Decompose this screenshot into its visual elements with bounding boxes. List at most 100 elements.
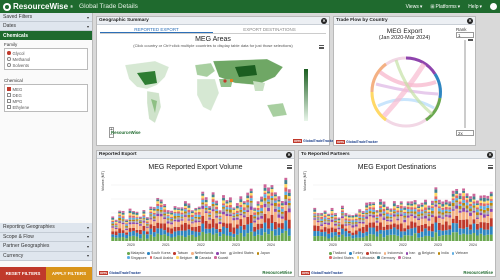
bar-segment bbox=[256, 204, 260, 206]
bar-segment bbox=[358, 228, 362, 232]
bar-segment bbox=[337, 234, 341, 238]
bar-segment bbox=[424, 207, 427, 211]
bar-segment bbox=[156, 216, 160, 223]
bar-segment bbox=[135, 232, 139, 237]
bar-segment bbox=[201, 202, 205, 205]
legend-item[interactable]: United States bbox=[229, 251, 254, 256]
reporting-geographies-header[interactable]: Reporting Geographies ▾ bbox=[0, 223, 92, 233]
bar-segment bbox=[173, 221, 177, 227]
help-menu[interactable]: Help ▾ bbox=[468, 4, 482, 10]
menu-icon[interactable] bbox=[287, 165, 292, 169]
close-icon[interactable]: ✕ bbox=[286, 151, 292, 158]
bar-segment bbox=[225, 205, 229, 208]
bar-segment bbox=[180, 235, 184, 241]
legend-item[interactable]: Belgium bbox=[418, 251, 435, 256]
stacked-bar-chart[interactable] bbox=[313, 175, 493, 241]
close-icon[interactable]: ✕ bbox=[321, 17, 327, 24]
stacked-bar-chart[interactable] bbox=[111, 175, 291, 241]
chevron-down-icon: ▾ bbox=[86, 23, 89, 29]
bar-segment bbox=[121, 212, 125, 215]
chord-diagram[interactable] bbox=[352, 48, 460, 134]
bar-segment bbox=[239, 211, 243, 214]
legend-item[interactable]: Lithuania bbox=[356, 256, 374, 261]
bar-segment bbox=[406, 206, 410, 210]
bar-segment bbox=[372, 217, 376, 223]
bar-segment bbox=[489, 202, 493, 206]
bar-segment bbox=[489, 196, 493, 200]
bar-segment bbox=[180, 217, 184, 220]
chemical-option[interactable]: Ethylene bbox=[7, 104, 85, 110]
bar-segment bbox=[177, 211, 180, 214]
bar-segment bbox=[486, 229, 490, 235]
bar-segment bbox=[382, 230, 386, 238]
legend-item[interactable]: Canada bbox=[195, 256, 211, 261]
rank-max[interactable]: 2x bbox=[456, 130, 474, 136]
user-icon[interactable] bbox=[490, 3, 497, 10]
rank-input[interactable]: 1 bbox=[456, 32, 474, 38]
bar-segment bbox=[427, 207, 431, 210]
bar-segment bbox=[458, 199, 462, 202]
scope-flow-header[interactable]: Scope & Flow ▾ bbox=[0, 232, 92, 242]
bar-segment bbox=[482, 195, 486, 198]
brand-logo[interactable]: ResourceWise ® bbox=[3, 2, 73, 11]
legend-swatch bbox=[383, 251, 387, 255]
bar-segment bbox=[177, 217, 180, 220]
tab-export-destinations[interactable]: EXPORT DESTINATIONS bbox=[213, 26, 326, 33]
bar-segment bbox=[469, 224, 472, 230]
saved-filters-header[interactable]: Saved Filters ▾ bbox=[0, 13, 92, 22]
views-menu[interactable]: Views ▾ bbox=[406, 4, 423, 10]
bar-segment bbox=[114, 226, 118, 228]
menu-icon[interactable] bbox=[488, 165, 493, 169]
bar-segment bbox=[437, 206, 441, 209]
platforms-menu[interactable]: ⊞ Platforms ▾ bbox=[430, 4, 460, 10]
legend-item[interactable]: Germany bbox=[377, 256, 395, 261]
bar-segment bbox=[235, 217, 239, 220]
bar-segment bbox=[239, 219, 243, 227]
legend-item[interactable]: Kuwait bbox=[214, 256, 228, 261]
partner-geographies-header[interactable]: Partner Geographies ▾ bbox=[0, 242, 92, 252]
bar-segment bbox=[489, 208, 493, 212]
menu-icon[interactable] bbox=[319, 45, 324, 49]
bar-segment bbox=[375, 236, 379, 241]
bar-segment bbox=[365, 210, 369, 213]
close-icon[interactable]: ✕ bbox=[467, 17, 473, 24]
bar-segment bbox=[385, 212, 389, 214]
bar-segment bbox=[320, 220, 324, 223]
dates-header[interactable]: Dates ▾ bbox=[0, 22, 92, 31]
legend-item[interactable]: United States bbox=[329, 256, 354, 261]
bar-segment bbox=[208, 207, 212, 210]
bar-segment bbox=[448, 225, 452, 230]
bar-segment bbox=[135, 222, 139, 225]
legend-item[interactable]: Singapore bbox=[127, 256, 147, 261]
legend-item[interactable]: China bbox=[398, 256, 411, 261]
bar-segment bbox=[472, 196, 476, 200]
currency-header[interactable]: Currency ▾ bbox=[0, 251, 92, 261]
bar-segment bbox=[475, 235, 479, 241]
bar-segment bbox=[228, 200, 232, 203]
bar-segment bbox=[284, 184, 288, 188]
bar-segment bbox=[444, 211, 448, 214]
legend-item[interactable]: Belgium bbox=[176, 256, 192, 261]
bar-segment bbox=[482, 206, 486, 210]
legend-item[interactable]: Vietnam bbox=[451, 251, 468, 256]
legend-swatch bbox=[398, 256, 402, 260]
legend-item[interactable]: India bbox=[437, 251, 449, 256]
bar-segment bbox=[125, 228, 129, 231]
legend-swatch bbox=[366, 251, 369, 255]
bar-segment bbox=[465, 210, 469, 213]
legend-item[interactable]: Japan bbox=[256, 251, 270, 256]
apply-filters-button[interactable]: APPLY FILTERS bbox=[46, 267, 92, 280]
close-icon[interactable]: ✕ bbox=[487, 151, 493, 158]
bar-segment bbox=[249, 223, 253, 232]
reset-filters-button[interactable]: RESET FILTERS bbox=[0, 267, 46, 280]
legend-item[interactable]: Saudi Arabia bbox=[149, 256, 173, 261]
bar-segment bbox=[132, 230, 135, 236]
bar-segment bbox=[351, 222, 355, 224]
bar-segment bbox=[267, 228, 270, 235]
chemicals-header[interactable]: Chemicals bbox=[0, 31, 92, 40]
family-option[interactable]: Solvents bbox=[7, 62, 85, 68]
world-map[interactable] bbox=[107, 55, 307, 135]
tab-reported-export[interactable]: REPORTED EXPORT bbox=[100, 26, 213, 33]
rank-slider[interactable] bbox=[464, 40, 466, 128]
bar-segment bbox=[111, 227, 115, 232]
